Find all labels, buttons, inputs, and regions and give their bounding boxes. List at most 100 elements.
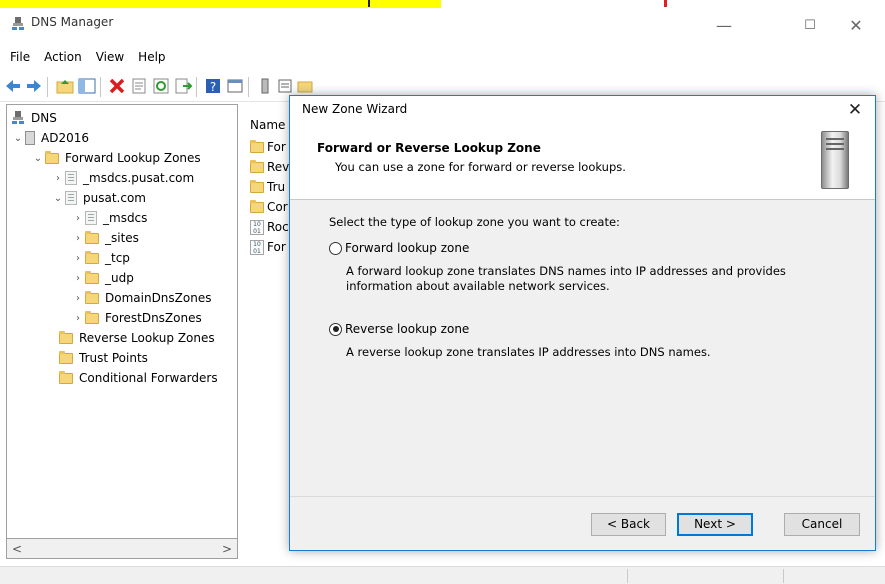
folder-icon xyxy=(59,370,73,384)
list-item[interactable]: Tru xyxy=(250,177,285,197)
forward-arrow-icon[interactable] xyxy=(25,77,43,95)
list-icon[interactable] xyxy=(276,77,294,95)
folder-icon xyxy=(250,179,264,193)
column-header-name[interactable]: Name xyxy=(250,118,285,132)
list-item[interactable]: 10 01 Roc xyxy=(250,217,289,237)
zone-icon xyxy=(85,211,97,225)
tree-root-dns[interactable]: DNS xyxy=(11,108,57,128)
forward-radio-button[interactable] xyxy=(329,241,342,255)
tree-label: AD2016 xyxy=(41,131,89,145)
dns-manager-icon xyxy=(12,17,24,30)
menu-help[interactable]: Help xyxy=(131,50,172,64)
tree-item-pusat[interactable]: ⌄ pusat.com xyxy=(51,188,146,208)
dialog-close-button[interactable]: ✕ xyxy=(841,98,869,122)
console-icon[interactable] xyxy=(226,77,244,95)
tree-horizontal-scrollbar[interactable]: < > xyxy=(6,539,238,559)
wizard-subheading: You can use a zone for forward or revers… xyxy=(335,160,626,174)
tree-item-trust-points[interactable]: Trust Points xyxy=(59,348,148,368)
dialog-title: New Zone Wizard xyxy=(302,102,408,116)
close-button[interactable]: ✕ xyxy=(833,8,879,42)
tree-label: _msdcs.pusat.com xyxy=(83,171,195,185)
list-item[interactable]: Cor xyxy=(250,197,288,217)
zone-icon xyxy=(65,191,77,205)
folder-icon xyxy=(85,230,99,244)
next-button[interactable]: Next > xyxy=(677,513,753,536)
reverse-option-description: A reverse lookup zone translates IP addr… xyxy=(346,345,711,359)
list-item[interactable]: For xyxy=(250,137,286,157)
refresh-icon[interactable] xyxy=(152,77,170,95)
menu-view[interactable]: View xyxy=(89,50,131,64)
chevron-right-icon[interactable]: › xyxy=(71,253,85,264)
window-title: DNS Manager xyxy=(31,15,114,29)
menu-file[interactable]: File xyxy=(3,50,37,64)
forward-lookup-zone-option[interactable]: Forward lookup zone xyxy=(329,241,469,255)
tree-item-domaindnszones[interactable]: › DomainDnsZones xyxy=(71,288,211,308)
wizard-heading: Forward or Reverse Lookup Zone xyxy=(317,141,541,155)
tree-label: DomainDnsZones xyxy=(105,291,212,305)
folder-icon xyxy=(85,290,99,304)
maximize-button[interactable]: ☐ xyxy=(787,8,833,42)
export-list-icon[interactable] xyxy=(174,77,192,95)
list-item[interactable]: Rev xyxy=(250,157,289,177)
tree-item-msdcs-pusat[interactable]: › _msdcs.pusat.com xyxy=(51,168,194,188)
folder-icon xyxy=(59,330,73,344)
tree-item-msdcs[interactable]: › _msdcs xyxy=(71,208,147,228)
tree-label: Conditional Forwarders xyxy=(79,371,218,385)
tree-label: ForestDnsZones xyxy=(105,311,202,325)
reverse-radio-button[interactable] xyxy=(329,322,342,336)
dialog-title-bar: New Zone Wizard ✕ xyxy=(290,96,875,124)
tree-item-udp[interactable]: › _udp xyxy=(71,268,134,288)
toolbar-separator xyxy=(196,77,197,97)
folder-icon xyxy=(85,250,99,264)
red-fragment-mark xyxy=(664,0,667,7)
back-button[interactable]: < Back xyxy=(591,513,666,536)
help-icon[interactable]: ? xyxy=(204,77,222,95)
cancel-button[interactable]: Cancel xyxy=(784,513,860,536)
chevron-down-icon[interactable]: ⌄ xyxy=(31,153,45,164)
yellow-highlight xyxy=(0,0,441,8)
chevron-right-icon[interactable]: › xyxy=(71,213,85,224)
folder-icon xyxy=(250,199,264,213)
chevron-right-icon[interactable]: › xyxy=(51,173,65,184)
menu-action[interactable]: Action xyxy=(37,50,89,64)
scroll-left-icon[interactable]: < xyxy=(9,541,25,557)
folder-icon[interactable] xyxy=(296,77,314,95)
chevron-down-icon[interactable]: ⌄ xyxy=(11,133,25,144)
back-arrow-icon[interactable] xyxy=(4,77,22,95)
minimize-button[interactable]: — xyxy=(701,8,747,42)
delete-icon[interactable] xyxy=(108,77,126,95)
tree-item-tcp[interactable]: › _tcp xyxy=(71,248,130,268)
tree-item-sites[interactable]: › _sites xyxy=(71,228,139,248)
wizard-body: Select the type of lookup zone you want … xyxy=(290,201,875,491)
tree-server[interactable]: ⌄ AD2016 xyxy=(11,128,89,148)
chevron-right-icon[interactable]: › xyxy=(71,313,85,324)
svg-text:?: ? xyxy=(210,80,216,94)
list-item-label: Rev xyxy=(267,160,290,174)
tree-label: _msdcs xyxy=(103,211,148,225)
scroll-right-icon[interactable]: > xyxy=(219,541,235,557)
list-item-label: Tru xyxy=(267,180,286,194)
tree-item-reverse-lookup-zones[interactable]: Reverse Lookup Zones xyxy=(59,328,215,348)
chevron-down-icon[interactable]: ⌄ xyxy=(51,193,65,204)
reverse-lookup-zone-option[interactable]: Reverse lookup zone xyxy=(329,322,469,336)
show-hide-tree-icon[interactable] xyxy=(78,77,96,95)
option-label: Forward lookup zone xyxy=(345,241,470,255)
tree-item-forward-lookup-zones[interactable]: ⌄ Forward Lookup Zones xyxy=(31,148,201,168)
new-zone-wizard-dialog: New Zone Wizard ✕ Forward or Reverse Loo… xyxy=(289,95,876,551)
console-tree: DNS ⌄ AD2016 ⌄ Forward Lookup Zones › _m… xyxy=(6,104,238,539)
list-item[interactable]: 10 01 For xyxy=(250,237,286,257)
tree-label: DNS xyxy=(31,111,57,125)
folder-icon xyxy=(250,139,264,153)
tree-item-forestdnszones[interactable]: › ForestDnsZones xyxy=(71,308,202,328)
properties-icon[interactable] xyxy=(130,77,148,95)
folder-icon xyxy=(85,310,99,324)
folder-icon xyxy=(59,350,73,364)
chevron-right-icon[interactable]: › xyxy=(71,293,85,304)
up-folder-icon[interactable] xyxy=(56,77,74,95)
list-item-label: For xyxy=(267,240,286,254)
chevron-right-icon[interactable]: › xyxy=(71,273,85,284)
chevron-right-icon[interactable]: › xyxy=(71,233,85,244)
server-icon[interactable] xyxy=(256,77,274,95)
zone-icon xyxy=(65,171,77,185)
tree-item-conditional-forwarders[interactable]: Conditional Forwarders xyxy=(59,368,218,388)
